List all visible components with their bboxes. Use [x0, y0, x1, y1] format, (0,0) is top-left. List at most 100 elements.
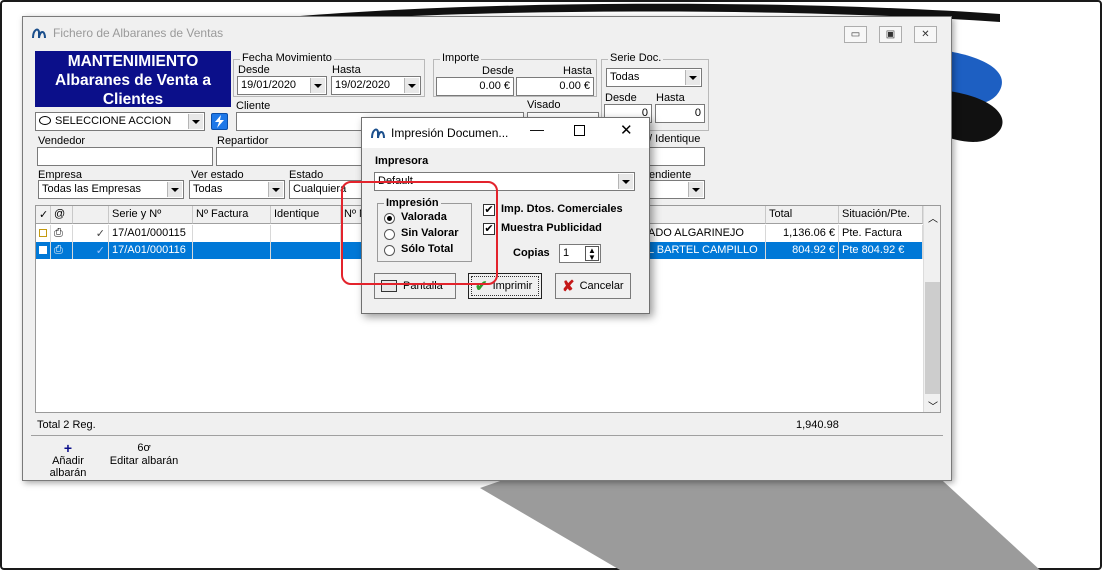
execute-action-button[interactable]	[211, 113, 228, 130]
add-albaran-button[interactable]: + Añadir albarán	[33, 441, 103, 479]
cancelar-button[interactable]: ✘ Cancelar	[555, 273, 631, 299]
row-total: 804.92 €	[766, 242, 839, 259]
grid-header-at[interactable]: @	[51, 206, 73, 224]
serie-group-title: Serie Doc.	[608, 52, 664, 64]
chevron-down-icon[interactable]	[618, 174, 633, 189]
printer-icon: ⎙	[51, 225, 73, 242]
row-serie: 17/A01/000115	[109, 225, 193, 242]
row-factura	[193, 225, 271, 242]
grid-header-total[interactable]: Total	[766, 206, 839, 224]
vendedor-field[interactable]	[37, 147, 213, 166]
dialog-close-button[interactable]: ✕	[620, 121, 633, 139]
chevron-down-icon[interactable]	[685, 70, 700, 85]
grid-header-serie[interactable]: Serie y Nº	[109, 206, 193, 224]
row-serie: 17/A01/000116	[109, 242, 193, 259]
grid-header-factura[interactable]: Nº Factura	[193, 206, 271, 224]
check-mark-icon: ✓	[73, 225, 109, 242]
chevron-down-icon[interactable]	[404, 78, 419, 93]
dialog-titlebar: Impresión Documen... — ✕	[362, 118, 649, 148]
row-identique	[271, 225, 341, 242]
fecha-desde-value: 19/01/2020	[241, 79, 297, 91]
importe-desde-field[interactable]: 0.00 €	[436, 77, 514, 96]
serie-hasta-value: 0	[694, 107, 701, 119]
lightning-icon	[215, 115, 224, 128]
fecha-hasta-value: 19/02/2020	[335, 79, 391, 91]
estado-value: Cualquiera	[293, 183, 347, 195]
close-button[interactable]: ✕	[914, 26, 937, 43]
check-mark-icon: ✓	[73, 242, 109, 259]
empresa-select[interactable]: Todas las Empresas	[38, 180, 184, 199]
accion-value: SELECCIONE ACCION	[55, 115, 172, 127]
accion-select[interactable]: SELECCIONE ACCION	[35, 112, 205, 131]
row-identique	[271, 242, 341, 259]
chevron-down-icon[interactable]	[310, 78, 325, 93]
banner-line-2: Albaranes de Venta a	[55, 72, 211, 89]
chevron-down-icon[interactable]	[268, 182, 283, 197]
importe-desde-value: 0.00 €	[479, 80, 510, 92]
restore-button[interactable]: ▣	[879, 26, 902, 43]
window-titlebar: Fichero de Albaranes de Ventas ▭ ▣ ✕	[23, 17, 951, 47]
fecha-desde-field[interactable]: 19/01/2020	[237, 76, 327, 95]
importe-group-title: Importe	[440, 52, 482, 64]
scroll-thumb[interactable]	[925, 282, 940, 394]
minimize-button[interactable]: ▭	[844, 26, 867, 43]
dialog-maximize-button[interactable]	[574, 125, 585, 136]
banner-line-1: MANTENIMIENTO	[67, 53, 199, 70]
add-albaran-label: Añadir albarán	[49, 455, 87, 479]
grid-scrollbar[interactable]: ︿ ﹀	[923, 206, 940, 413]
spinner-arrows-icon[interactable]: ▲ ▼	[585, 246, 599, 262]
importe-desde-label: Desde	[482, 65, 514, 77]
minimize-icon: ▭	[850, 29, 861, 40]
restore-icon: ▣	[885, 29, 896, 40]
grid-total-value: 1,940.98	[796, 419, 839, 431]
mantenimiento-banner: MANTENIMIENTO Albaranes de Venta a Clien…	[35, 51, 231, 108]
serie-hasta-field[interactable]: 0	[655, 104, 705, 123]
vendedor-label: Vendedor	[38, 135, 86, 147]
app-logo-icon	[32, 28, 46, 39]
serie-select[interactable]: Todas	[606, 68, 702, 87]
fecha-group-title: Fecha Movimiento	[240, 52, 334, 64]
grid-header-identique[interactable]: Identique	[271, 206, 341, 224]
edit-icon: 6ơ	[137, 442, 151, 454]
ver-estado-value: Todas	[193, 183, 223, 195]
row-situacion: Pte. Factura	[839, 225, 923, 242]
cancelar-label: Cancelar	[579, 280, 624, 292]
row-factura	[193, 242, 271, 259]
chevron-down-icon[interactable]	[188, 114, 203, 129]
edit-albaran-label: Editar albarán	[109, 455, 179, 467]
total-registros: Total 2 Reg.	[37, 419, 96, 431]
impresora-label: Impresora	[375, 155, 429, 167]
importe-hasta-field[interactable]: 0.00 €	[516, 77, 594, 96]
publicidad-label: Muestra Publicidad	[501, 222, 602, 234]
row-checkbox[interactable]	[36, 242, 51, 259]
ver-estado-select[interactable]: Todas	[189, 180, 285, 199]
window-title: Fichero de Albaranes de Ventas	[53, 26, 224, 40]
imprimir-label: Imprimir	[492, 280, 533, 292]
visado-label: Visado	[527, 99, 561, 111]
grid-header-check[interactable]: ✓	[36, 206, 51, 224]
grid-header-situacion[interactable]: Situación/Pte.	[839, 206, 923, 224]
fecha-desde-label: Desde	[238, 64, 270, 76]
red-x-icon: ✘	[562, 278, 575, 295]
scroll-down-icon[interactable]: ﹀	[928, 398, 938, 413]
grid-header-blank[interactable]	[73, 206, 109, 224]
scroll-up-icon[interactable]: ︿	[928, 210, 938, 225]
imp-dtos-label: Imp. Dtos. Comerciales	[501, 203, 623, 215]
empresa-value: Todas las Empresas	[42, 183, 142, 195]
chevron-down-icon[interactable]	[167, 182, 182, 197]
pendiente-select[interactable]	[649, 180, 705, 199]
row-situacion: Pte 804.92 €	[839, 242, 923, 259]
speech-bubble-icon	[39, 116, 51, 125]
edit-albaran-button[interactable]: 6ơ Editar albarán	[109, 441, 179, 467]
chevron-down-icon[interactable]	[688, 182, 703, 197]
identique-field[interactable]	[649, 147, 705, 166]
repartidor-field[interactable]	[216, 147, 366, 166]
row-checkbox[interactable]	[36, 225, 51, 242]
importe-hasta-value: 0.00 €	[559, 80, 590, 92]
close-icon: ✕	[921, 29, 930, 40]
copias-label: Copias	[513, 247, 550, 259]
copias-spinner[interactable]: 1 ▲ ▼	[559, 244, 601, 263]
importe-hasta-label: Hasta	[563, 65, 592, 77]
fecha-hasta-field[interactable]: 19/02/2020	[331, 76, 421, 95]
dialog-minimize-button[interactable]: —	[530, 121, 544, 137]
